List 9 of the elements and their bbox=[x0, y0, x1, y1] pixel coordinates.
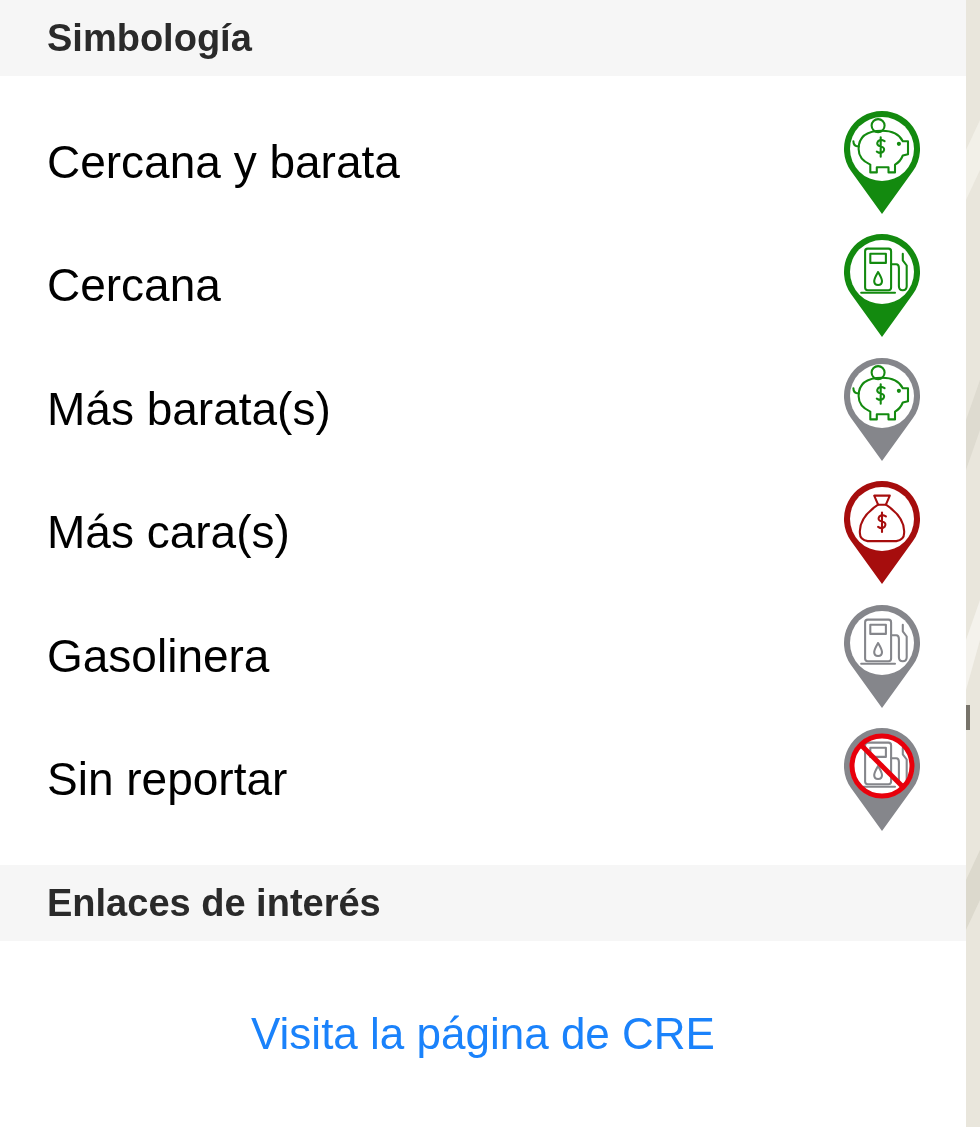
cre-link[interactable]: Visita la página de CRE bbox=[251, 1009, 715, 1060]
legend-label: Gasolinera bbox=[47, 628, 270, 683]
legend-label: Cercana bbox=[47, 258, 221, 313]
legend-label: Más cara(s) bbox=[47, 505, 290, 560]
legend-label: Más barata(s) bbox=[47, 381, 331, 436]
section-header: Enlaces de interés bbox=[0, 865, 966, 942]
legend-label: Sin reportar bbox=[47, 752, 288, 807]
legend-label: Cercana y barata bbox=[47, 134, 400, 189]
section-header: Simbología bbox=[0, 0, 966, 77]
